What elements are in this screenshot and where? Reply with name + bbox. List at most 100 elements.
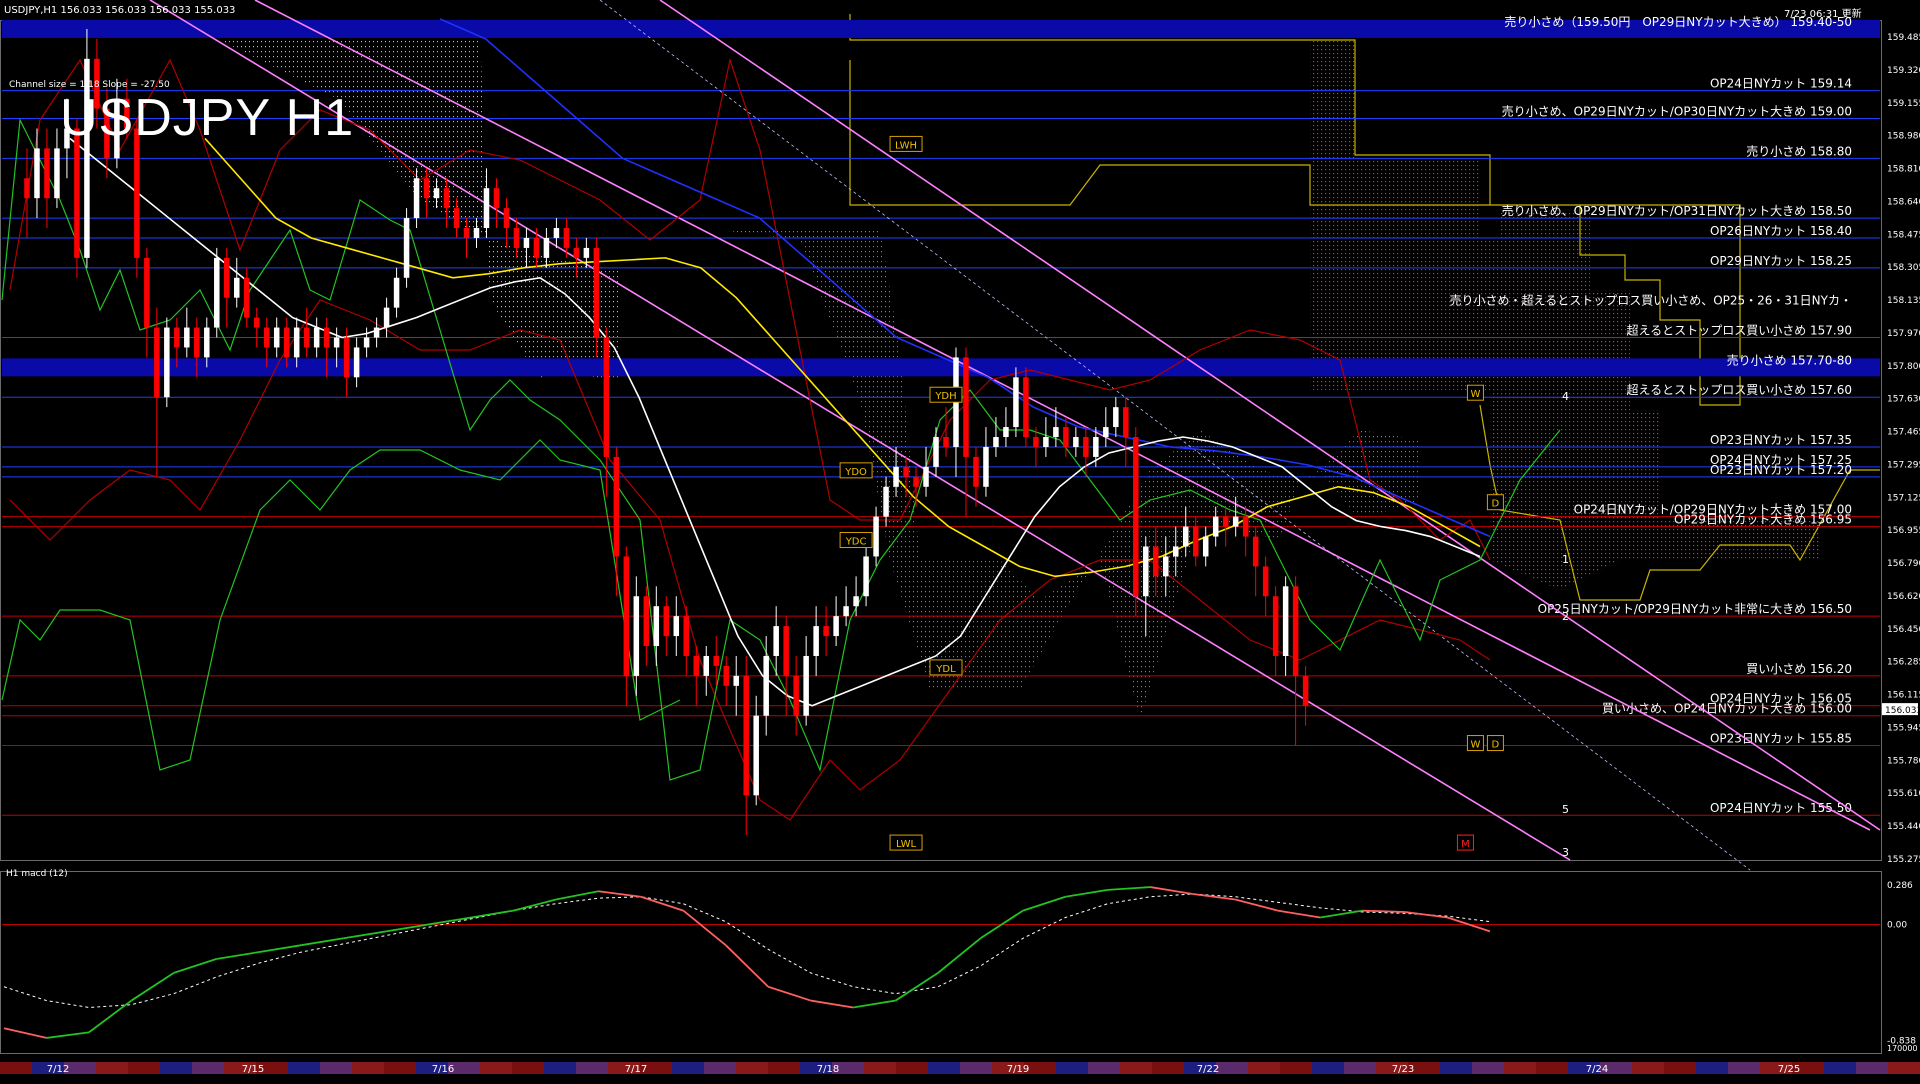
candle [963, 347, 969, 517]
candle [224, 247, 230, 328]
date-strip-segment [288, 1062, 320, 1074]
macd-line-segment [343, 930, 387, 940]
date-strip-segment [704, 1062, 736, 1074]
candle-body [184, 327, 190, 348]
candle-body [1242, 516, 1249, 537]
candle-body [713, 655, 719, 666]
chart-svg[interactable]: 売り小さめ（159.50円 OP29日NYカット大きめ） 159.40-50OP… [0, 0, 1920, 1080]
macd-line-segment [385, 923, 429, 933]
candle-body [413, 178, 420, 219]
macd-line-segment [810, 999, 854, 1009]
wave-label: 1 [1562, 553, 1569, 566]
price-level-label: OP24日NYカット 159.14 [1710, 77, 1852, 91]
date-strip-segment [1088, 1062, 1120, 1074]
price-level-label: OP23日NYカット 157.35 [1710, 433, 1852, 447]
candle [1123, 397, 1129, 467]
date-strip-segment [544, 1062, 576, 1074]
candle-body [154, 327, 160, 398]
date-strip-segment [1312, 1062, 1344, 1074]
macd-line-segment [598, 890, 641, 898]
price-axis-tick: 159.155 [1887, 99, 1920, 109]
price-level-label: 売り小さめ 158.80 [1746, 143, 1852, 158]
update-time: 7/23 06:31 更新 [1784, 9, 1862, 20]
candle [873, 506, 879, 567]
candle-body [643, 596, 650, 647]
date-strip-segment [1504, 1062, 1536, 1074]
macd-line-segment [682, 909, 727, 946]
date-strip-segment [352, 1062, 384, 1074]
candle [953, 347, 959, 477]
candle [393, 267, 400, 318]
candle-body [1003, 427, 1009, 438]
candle-body [323, 327, 330, 348]
price-axis-tick: 156.790 [1887, 559, 1920, 569]
candle [144, 247, 150, 358]
candle-body [503, 208, 510, 229]
candle [1202, 526, 1209, 567]
price-axis-tick: 155.945 [1887, 723, 1920, 733]
candle [1302, 665, 1309, 726]
date-strip-segment [1056, 1062, 1088, 1074]
candle [663, 596, 670, 656]
candle-body [873, 516, 879, 557]
date-strip-segment [896, 1062, 928, 1074]
candle-body [174, 327, 180, 348]
macd-line-segment [173, 958, 217, 974]
candle-body [234, 277, 240, 298]
candle-body [194, 327, 200, 358]
candle [44, 128, 50, 229]
wave-label: 4 [1562, 390, 1569, 403]
candle-body [214, 257, 220, 328]
candle-body [1202, 536, 1209, 557]
candle-body [453, 208, 460, 229]
macd-line-segment [470, 909, 514, 919]
chart-tag-label: LWL [896, 839, 917, 850]
price-level-label: OP29日NYカット大きめ 156.95 [1674, 513, 1852, 527]
chart-root[interactable]: 売り小さめ（159.50円 OP29日NYカット大きめ） 159.40-50 OP… [0, 0, 1920, 1080]
envelope-lower [9, 299, 1491, 821]
candle [1292, 576, 1299, 746]
candle [763, 636, 769, 736]
chart-title: USDJPY H1 [60, 89, 355, 147]
date-axis-label: 7/23 [1392, 1064, 1414, 1075]
candle-body [723, 665, 729, 686]
candle-body [883, 486, 889, 517]
price-axis-tick: 157.630 [1887, 395, 1920, 405]
candle [1262, 556, 1269, 617]
candle [1023, 367, 1029, 447]
candle-body [443, 188, 450, 209]
candle-body [773, 626, 779, 656]
candle [753, 695, 759, 806]
macd-line-segment [513, 898, 557, 912]
candle-body [1073, 437, 1079, 447]
candle-body [993, 437, 999, 447]
candle [933, 427, 939, 477]
price-level-label: OP25日NYカット/OP29日NYカット非常に大きめ 156.50 [1538, 602, 1852, 616]
date-strip-segment [1216, 1062, 1248, 1074]
macd-line-segment [130, 972, 175, 1002]
candle-body [813, 626, 819, 656]
price-band [2, 358, 1880, 377]
date-strip-segment [1536, 1062, 1568, 1074]
price-axis-tick: 155.610 [1887, 789, 1920, 799]
macd-line-segment [1404, 911, 1448, 919]
candle-body [1063, 427, 1069, 447]
candle-body [1252, 536, 1259, 567]
candle [673, 596, 680, 656]
candle-body [673, 616, 680, 637]
candle-body [1173, 546, 1179, 557]
candle-body [1083, 437, 1089, 457]
candle [243, 267, 250, 328]
date-strip-segment [192, 1062, 224, 1074]
macd-pane-frame [0, 871, 1882, 1054]
price-axis-tick: 156.620 [1887, 592, 1920, 602]
candle-body [613, 456, 620, 557]
candle-body [633, 596, 640, 676]
candle-body [1033, 437, 1039, 447]
price-axis-tick: 157.295 [1887, 460, 1920, 470]
candle-body [543, 237, 550, 258]
candle-body [973, 456, 979, 487]
candle [743, 655, 749, 836]
date-strip-segment [384, 1062, 416, 1074]
candle-body [204, 327, 210, 358]
